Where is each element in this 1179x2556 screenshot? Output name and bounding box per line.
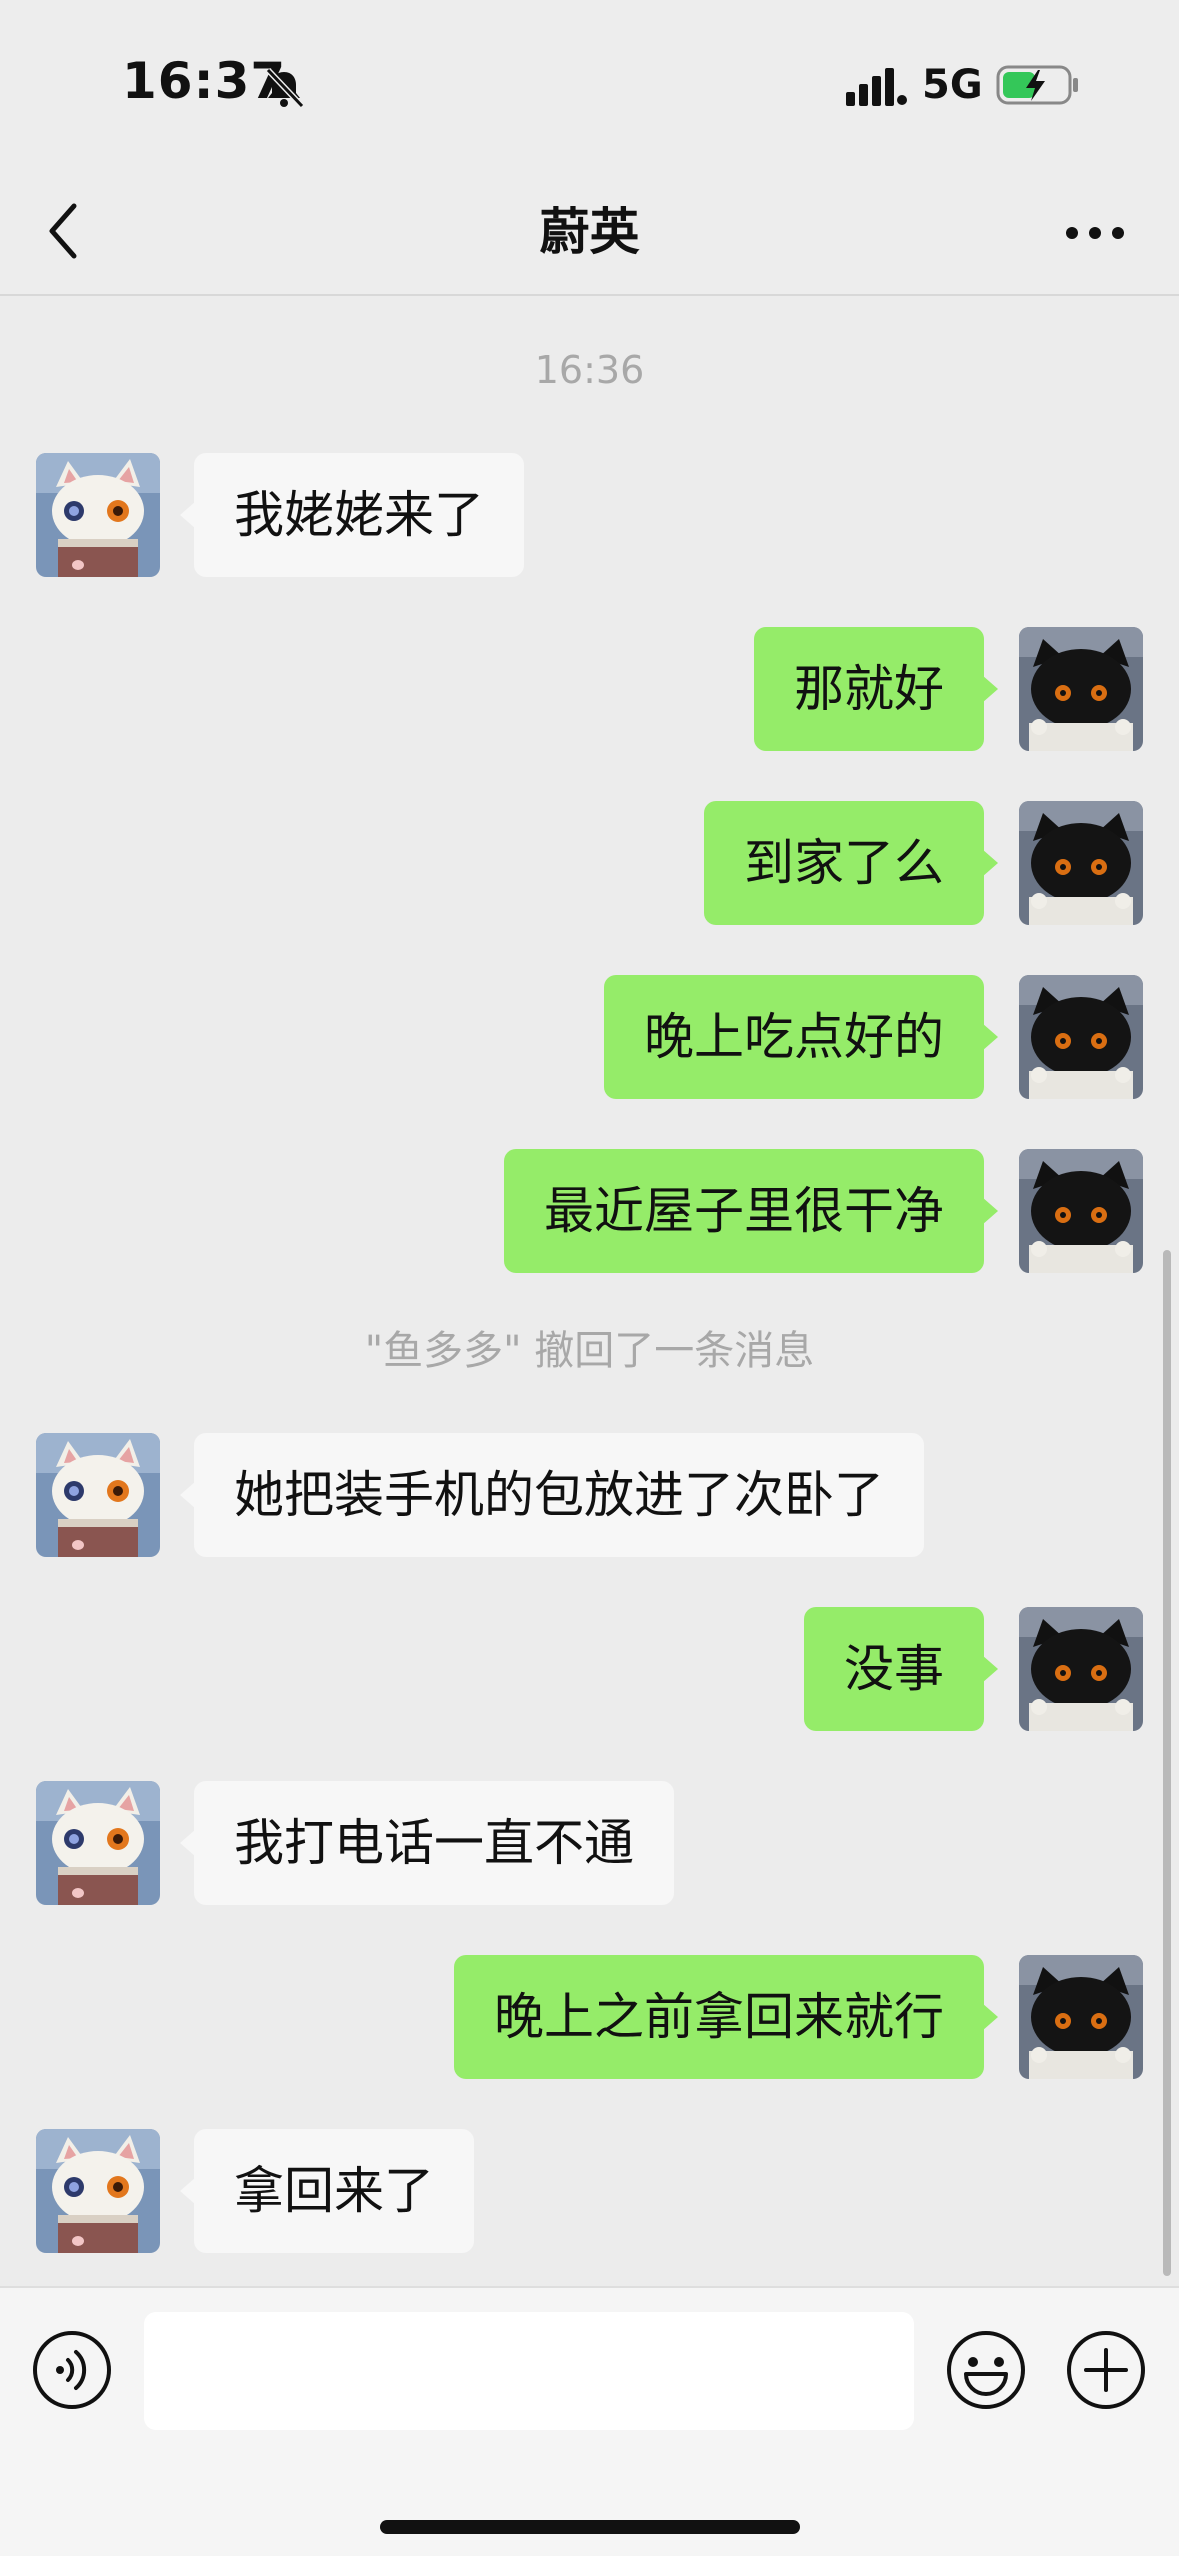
nav-bar: 蔚英 (0, 170, 1179, 296)
home-indicator (380, 2520, 800, 2534)
my-avatar[interactable] (1019, 975, 1143, 1099)
my-avatar[interactable] (1019, 1955, 1143, 2079)
my-avatar[interactable] (1019, 801, 1143, 925)
my-avatar[interactable] (1019, 627, 1143, 751)
message-bubble-sent[interactable]: 最近屋子里很干净 (504, 1149, 998, 1273)
message-bubble-sent[interactable]: 那就好 (754, 627, 998, 751)
my-avatar[interactable] (1019, 1149, 1143, 1273)
message-input[interactable] (144, 2312, 914, 2430)
bell-off-icon (262, 66, 306, 110)
input-bar (0, 2286, 1179, 2556)
message-bubble-sent[interactable]: 晚上吃点好的 (604, 975, 998, 1099)
voice-input-icon[interactable] (30, 2328, 114, 2412)
more-options-icon[interactable] (1060, 208, 1130, 258)
message-bubble-received[interactable]: 她把装手机的包放进了次卧了 (180, 1433, 924, 1557)
chat-screen: 16:37 5G 蔚英 16:36 我姥姥来了 那就好 到家了么 晚上吃点好的 … (0, 0, 1179, 2556)
plus-icon[interactable] (1064, 2328, 1148, 2412)
message-bubble-sent[interactable]: 晚上之前拿回来就行 (454, 1955, 998, 2079)
message-bubble-sent[interactable]: 没事 (804, 1607, 998, 1731)
message-bubble-sent[interactable]: 到家了么 (704, 801, 998, 925)
chat-title: 蔚英 (539, 203, 640, 261)
message-list[interactable]: 16:36 我姥姥来了 那就好 到家了么 晚上吃点好的 最近屋子里很干净 "鱼多… (0, 296, 1179, 2286)
my-avatar[interactable] (1019, 1607, 1143, 1731)
battery-charging-icon (996, 64, 1080, 106)
message-bubble-received[interactable]: 我打电话一直不通 (180, 1781, 674, 1905)
status-bar: 16:37 5G (0, 0, 1179, 170)
message-timestamp: 16:36 (534, 348, 645, 392)
message-bubble-received[interactable]: 拿回来了 (180, 2129, 474, 2253)
recall-notice: "鱼多多" 撤回了一条消息 (364, 1328, 815, 1374)
contact-avatar[interactable] (36, 453, 160, 577)
contact-avatar[interactable] (36, 1433, 160, 1557)
chat-scrollbar[interactable] (1163, 1250, 1171, 2276)
emoji-icon[interactable] (944, 2328, 1028, 2412)
contact-avatar[interactable] (36, 2129, 160, 2253)
message-bubble-received[interactable]: 我姥姥来了 (180, 453, 524, 577)
network-label: 5G (922, 62, 983, 108)
signal-icon (846, 66, 908, 106)
contact-avatar[interactable] (36, 1781, 160, 1905)
